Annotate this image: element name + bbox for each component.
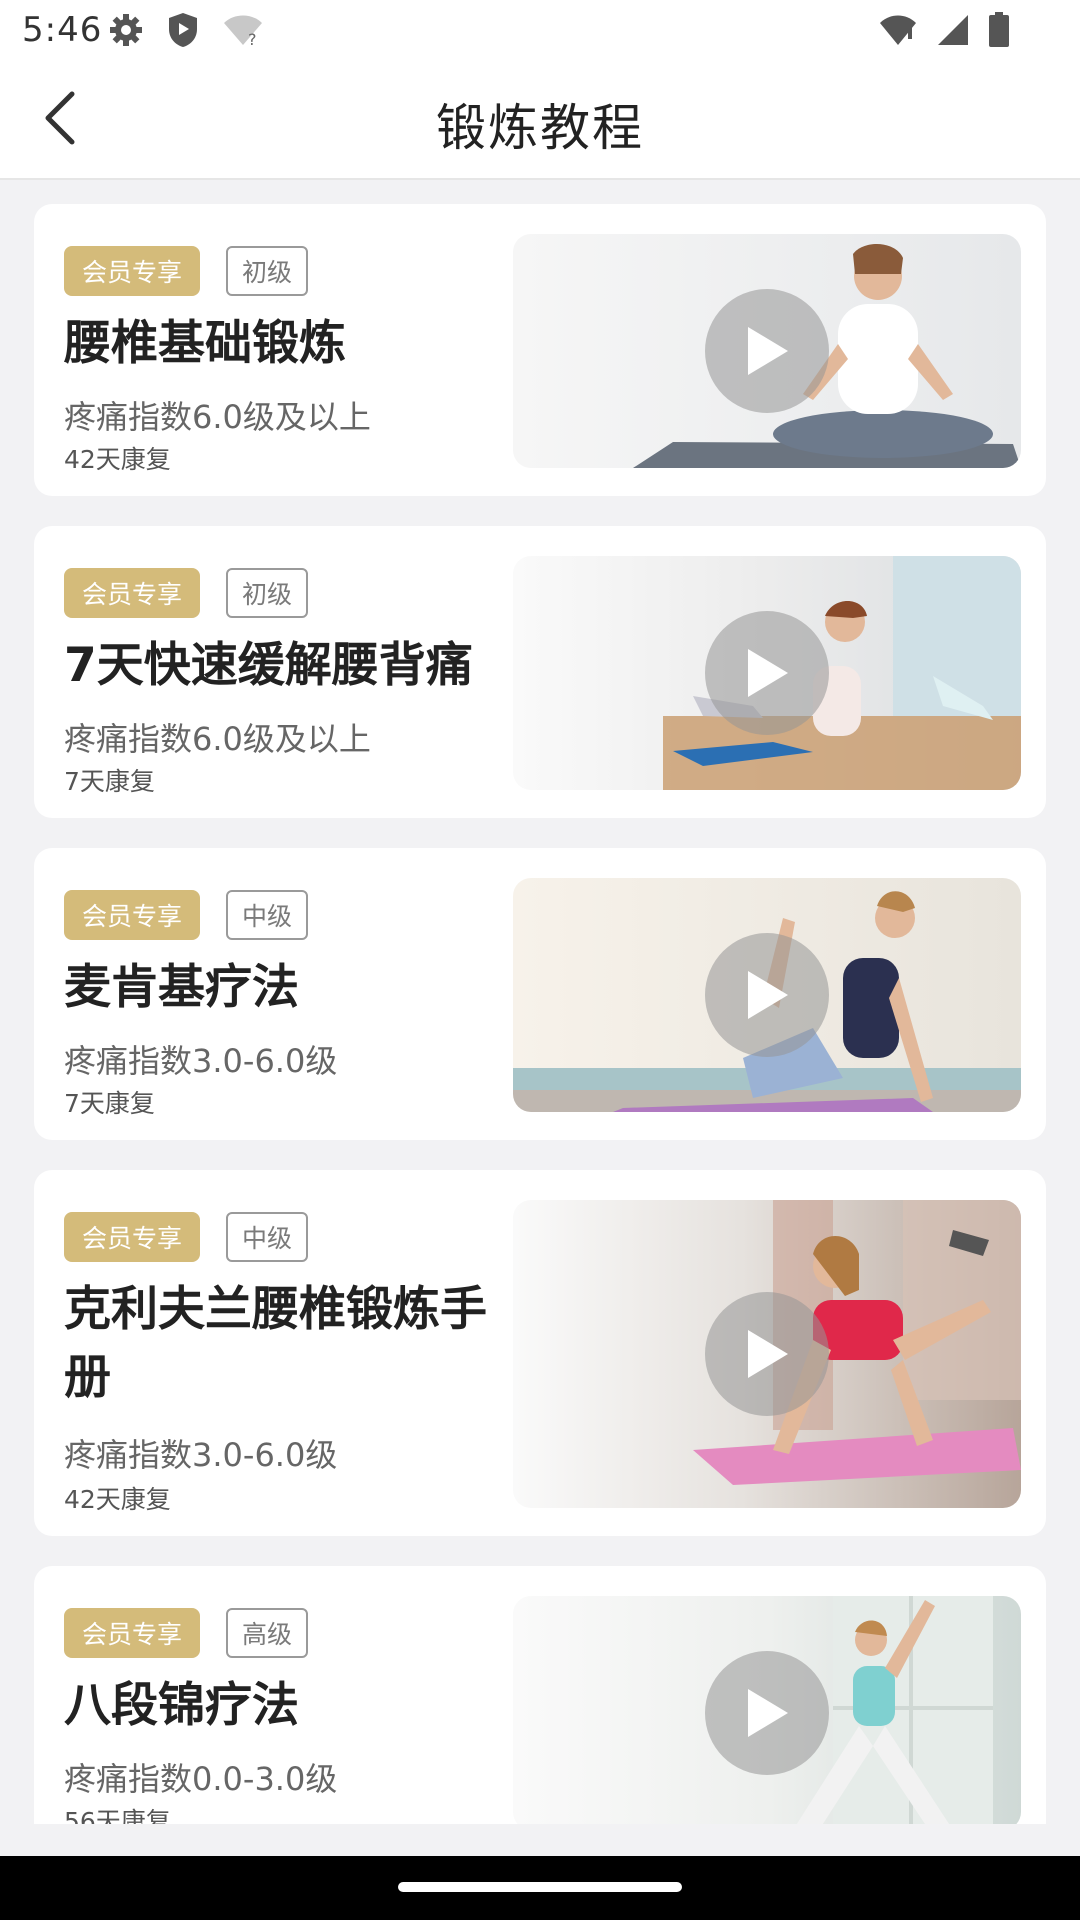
play-button[interactable] xyxy=(705,1292,829,1416)
play-icon xyxy=(742,645,792,701)
course-card[interactable]: 会员专享 高级 八段锦疗法 疼痛指数0.0-3.0级 56天康复 xyxy=(34,1566,1046,1824)
card-title: 克利夫兰腰椎锻炼手册 xyxy=(64,1282,487,1405)
system-nav-bar xyxy=(0,1856,1080,1920)
gear-icon xyxy=(108,12,144,52)
play-button[interactable] xyxy=(705,1651,829,1775)
home-gesture-handle[interactable] xyxy=(398,1882,682,1892)
member-badge: 会员专享 xyxy=(64,568,201,618)
level-badge: 中级 xyxy=(226,1212,309,1262)
play-icon xyxy=(742,1685,792,1741)
card-pain-index: 疼痛指数6.0级及以上 xyxy=(64,398,371,436)
card-thumbnail[interactable] xyxy=(513,234,1021,468)
play-button[interactable] xyxy=(705,933,829,1057)
play-button[interactable] xyxy=(705,289,829,413)
status-time: 5:46 xyxy=(22,10,103,50)
level-badge: 初级 xyxy=(226,568,309,618)
shield-icon xyxy=(166,11,200,53)
card-tags: 会员专享 中级 xyxy=(64,890,309,940)
card-pain-index: 疼痛指数6.0级及以上 xyxy=(64,720,371,758)
battery-icon xyxy=(988,12,1010,52)
card-title: 7天快速缓解腰背痛 xyxy=(64,638,473,693)
member-badge: 会员专享 xyxy=(64,1608,201,1658)
card-recovery-days: 42天康复 xyxy=(64,445,171,474)
card-thumbnail[interactable] xyxy=(513,878,1021,1112)
card-title: 腰椎基础锻炼 xyxy=(64,316,346,371)
card-tags: 会员专享 中级 xyxy=(64,1212,309,1262)
card-tags: 会员专享 初级 xyxy=(64,568,309,618)
card-recovery-days: 7天康复 xyxy=(64,1089,155,1118)
page-title: 锻炼教程 xyxy=(436,99,644,157)
wifi-question-icon: ? xyxy=(222,13,264,51)
member-badge: 会员专享 xyxy=(64,1212,201,1262)
course-card[interactable]: 会员专享 初级 7天快速缓解腰背痛 疼痛指数6.0级及以上 7天康复 xyxy=(34,526,1046,818)
card-tags: 会员专享 高级 xyxy=(64,1608,309,1658)
play-icon xyxy=(742,967,792,1023)
card-title: 八段锦疗法 xyxy=(64,1678,299,1733)
status-icons-right xyxy=(878,12,1010,52)
card-pain-index: 疼痛指数3.0-6.0级 xyxy=(64,1042,338,1080)
course-list[interactable]: 会员专享 初级 腰椎基础锻炼 疼痛指数6.0级及以上 42天康复 会员专享 初级… xyxy=(34,204,1046,1824)
card-recovery-days: 7天康复 xyxy=(64,767,155,796)
card-thumbnail[interactable] xyxy=(513,1596,1021,1824)
card-thumbnail[interactable] xyxy=(513,1200,1021,1508)
play-button[interactable] xyxy=(705,611,829,735)
card-pain-index: 疼痛指数3.0-6.0级 xyxy=(64,1436,338,1474)
card-recovery-days: 56天康复 xyxy=(64,1807,171,1824)
play-icon xyxy=(742,323,792,379)
play-icon xyxy=(742,1326,792,1382)
course-card[interactable]: 会员专享 初级 腰椎基础锻炼 疼痛指数6.0级及以上 42天康复 xyxy=(34,204,1046,496)
level-badge: 中级 xyxy=(226,890,309,940)
card-recovery-days: 42天康复 xyxy=(64,1485,171,1514)
app-bar: 锻炼教程 xyxy=(0,62,1080,180)
svg-text:?: ? xyxy=(248,30,257,47)
signal-icon xyxy=(936,13,970,51)
card-title: 麦肯基疗法 xyxy=(64,960,299,1015)
card-thumbnail[interactable] xyxy=(513,556,1021,790)
level-badge: 高级 xyxy=(226,1608,309,1658)
member-badge: 会员专享 xyxy=(64,890,201,940)
course-card[interactable]: 会员专享 中级 克利夫兰腰椎锻炼手册 疼痛指数3.0-6.0级 42天康复 xyxy=(34,1170,1046,1536)
status-icons-left: ? xyxy=(108,12,264,52)
member-badge: 会员专享 xyxy=(64,246,201,296)
course-card[interactable]: 会员专享 中级 麦肯基疗法 疼痛指数3.0-6.0级 7天康复 xyxy=(34,848,1046,1140)
level-badge: 初级 xyxy=(226,246,309,296)
wifi-icon xyxy=(878,13,918,51)
card-pain-index: 疼痛指数0.0-3.0级 xyxy=(64,1760,338,1798)
card-tags: 会员专享 初级 xyxy=(64,246,309,296)
status-bar: 5:46 ? xyxy=(0,0,1080,62)
